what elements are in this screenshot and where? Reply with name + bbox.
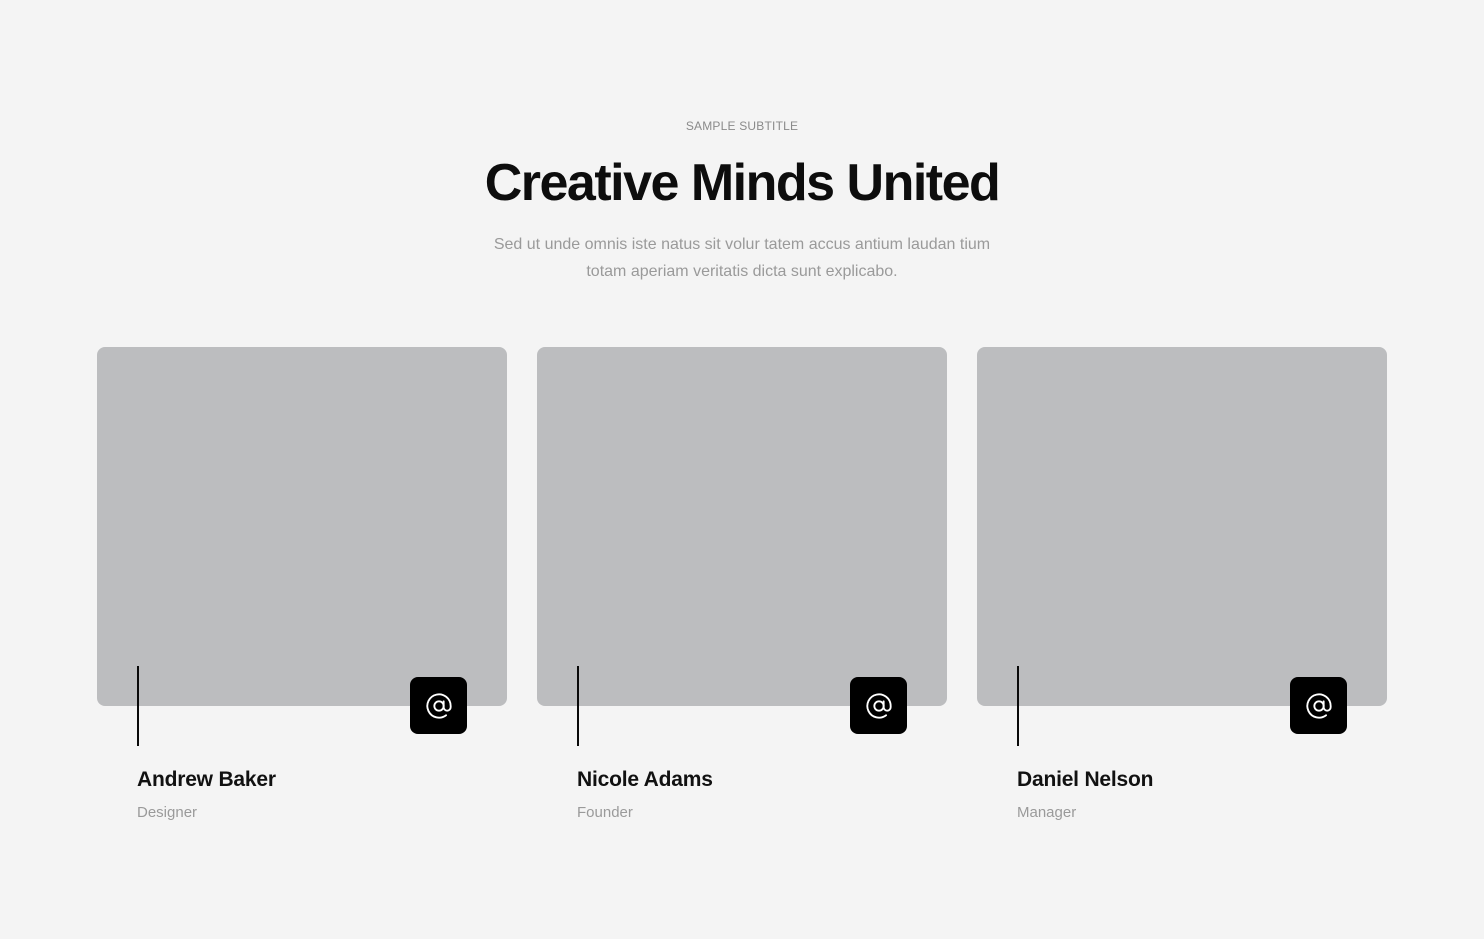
member-photo-placeholder [97,347,507,706]
member-role: Designer [137,804,198,821]
team-member-card: Daniel Nelson Manager [977,347,1387,837]
at-sign-icon [1305,692,1332,719]
member-name: Nicole Adams [577,768,713,791]
section-description-line-2: totam aperiam veritatis dicta sunt expli… [586,263,898,280]
team-member-card: Andrew Baker Designer [97,347,507,837]
team-member-card: Nicole Adams Founder [537,347,947,837]
section-description-line-1: Sed ut unde omnis iste natus sit volur t… [493,236,991,253]
member-photo-placeholder [977,347,1387,706]
at-sign-icon [865,692,892,719]
accent-divider [1017,666,1019,746]
accent-divider [137,666,139,746]
section-subtitle: SAMPLE SUBTITLE [685,119,799,133]
at-sign-icon [425,692,452,719]
member-photo-placeholder [537,347,947,706]
member-role: Manager [1017,804,1077,821]
section-description: Sed ut unde omnis iste natus sit volur t… [442,231,1042,285]
email-contact-button[interactable] [410,677,467,734]
accent-divider [577,666,579,746]
section-title: Creative Minds United [484,154,1001,212]
email-contact-button[interactable] [1290,677,1347,734]
member-name: Daniel Nelson [1017,768,1154,791]
email-contact-button[interactable] [850,677,907,734]
member-name: Andrew Baker [137,768,276,791]
member-role: Founder [577,804,633,821]
